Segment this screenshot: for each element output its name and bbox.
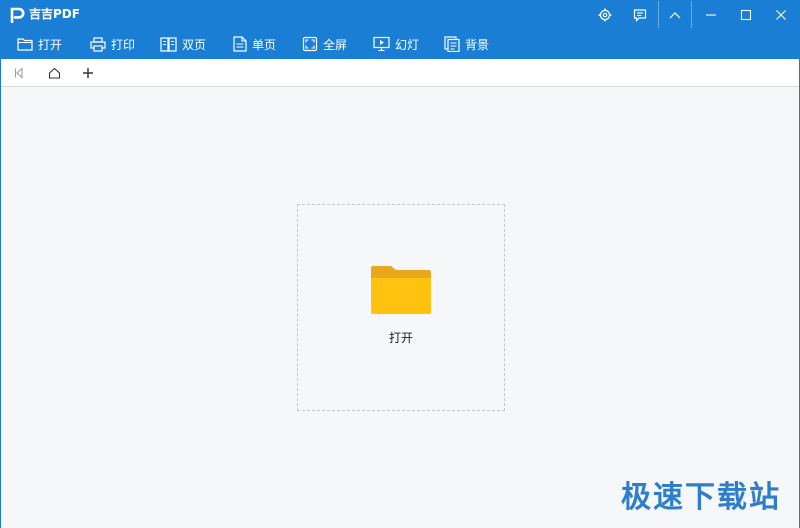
maximize-icon[interactable] bbox=[732, 1, 760, 28]
dropzone-open-label: 打开 bbox=[388, 331, 413, 345]
add-tab-icon[interactable] bbox=[78, 63, 98, 83]
background-label: 背景 bbox=[465, 37, 490, 52]
open-label: 打开 bbox=[38, 37, 63, 52]
open-file-dropzone[interactable]: 打开 bbox=[297, 204, 505, 411]
double-page-label: 双页 bbox=[182, 37, 207, 52]
close-icon[interactable] bbox=[767, 1, 795, 28]
print-label: 打印 bbox=[111, 37, 136, 52]
minimize-icon[interactable] bbox=[697, 1, 725, 28]
app-window: 吉吉PDF 打开 打印 双页 单页 全屏 幻灯 背景 打开 极速下载站 bbox=[0, 0, 800, 528]
folder-open-icon bbox=[17, 38, 33, 51]
toolbar: 打开 打印 双页 单页 全屏 幻灯 背景 bbox=[1, 28, 799, 59]
titlebar-separator bbox=[691, 1, 692, 28]
background-button[interactable]: 背景 bbox=[444, 32, 489, 56]
fullscreen-button[interactable]: 全屏 bbox=[302, 32, 347, 56]
printer-icon bbox=[90, 36, 106, 52]
gear-icon[interactable] bbox=[591, 1, 619, 28]
single-page-button[interactable]: 单页 bbox=[233, 32, 276, 56]
home-icon[interactable] bbox=[44, 63, 64, 83]
background-icon bbox=[444, 36, 460, 52]
double-page-button[interactable]: 双页 bbox=[160, 32, 206, 56]
slideshow-button[interactable]: 幻灯 bbox=[373, 32, 419, 56]
main-area: 打开 bbox=[1, 87, 799, 528]
title-bar: 吉吉PDF bbox=[1, 1, 799, 28]
feedback-icon[interactable] bbox=[626, 1, 654, 28]
collapse-icon[interactable] bbox=[661, 1, 689, 28]
print-button[interactable]: 打印 bbox=[90, 32, 135, 56]
slideshow-icon bbox=[373, 36, 390, 52]
slideshow-label: 幻灯 bbox=[395, 37, 420, 52]
double-page-icon bbox=[160, 36, 177, 52]
tab-bar bbox=[1, 59, 799, 87]
titlebar-separator bbox=[658, 1, 659, 28]
folder-icon bbox=[371, 266, 431, 314]
watermark: 极速下载站 bbox=[621, 480, 781, 515]
single-page-label: 单页 bbox=[252, 37, 277, 52]
back-icon[interactable] bbox=[9, 63, 29, 83]
fullscreen-label: 全屏 bbox=[323, 37, 348, 52]
app-title: 吉吉PDF bbox=[29, 7, 80, 21]
fullscreen-icon bbox=[302, 36, 318, 52]
open-button[interactable]: 打开 bbox=[17, 32, 62, 56]
single-page-icon bbox=[233, 36, 247, 52]
app-logo-icon bbox=[10, 7, 25, 23]
